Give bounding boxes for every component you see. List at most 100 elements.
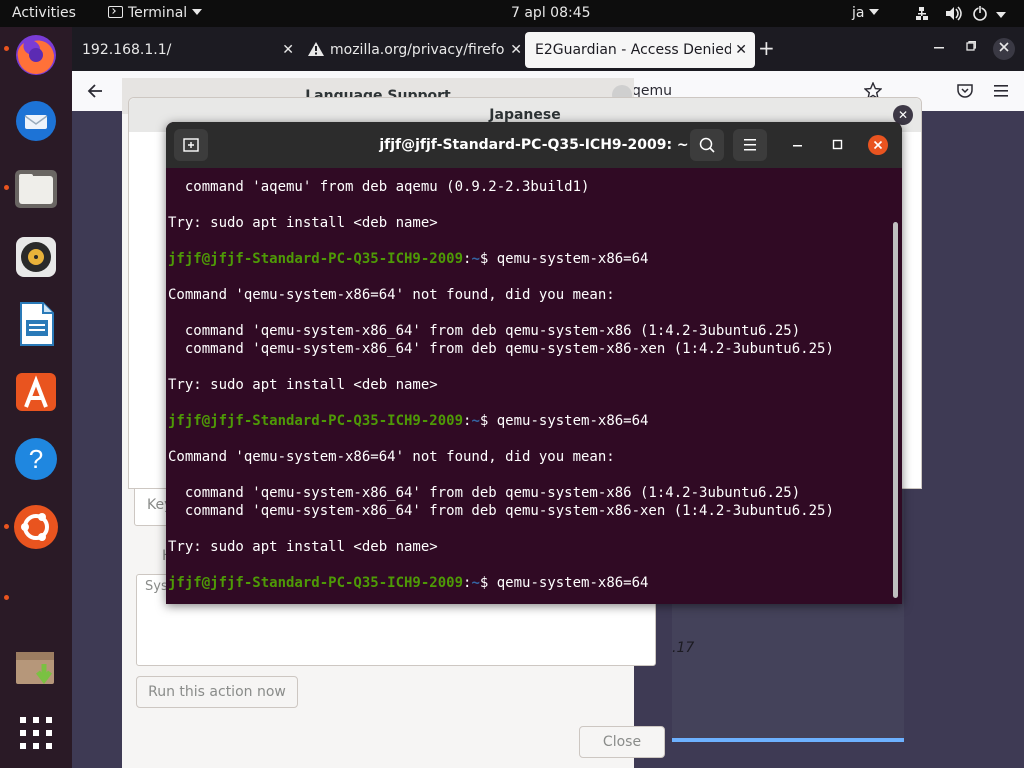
volume-icon: [946, 6, 962, 21]
close-window-button[interactable]: [993, 38, 1015, 60]
prompt-user: jfjf@jfjf-Standard-PC-Q35-ICH9-2009: [168, 251, 464, 267]
terminal-prompt-line: jfjf@jfjf-Standard-PC-Q35-ICH9-2009:~$ q…: [168, 250, 888, 268]
dock: ?: [0, 27, 72, 768]
maximize-button[interactable]: [966, 40, 976, 55]
tab-router[interactable]: 192.168.1.1/ ✕: [72, 32, 302, 68]
maximize-icon[interactable]: [832, 139, 844, 151]
running-indicator: [4, 595, 9, 600]
prompt-user: jfjf@jfjf-Standard-PC-Q35-ICH9-2009: [168, 575, 464, 591]
hamburger-menu-icon[interactable]: [992, 82, 1010, 100]
close-icon: [999, 42, 1009, 52]
prompt-path: ~: [471, 251, 480, 267]
minimize-icon: [934, 47, 944, 49]
firefox-icon[interactable]: [12, 31, 60, 79]
clock[interactable]: 7 apl 08:45: [511, 0, 591, 27]
new-tab-button[interactable]: +: [758, 36, 775, 60]
prompt-path: ~: [471, 413, 480, 429]
back-arrow-icon[interactable]: [86, 81, 106, 101]
tab-strip: 192.168.1.1/ ✕ mozilla.org/privacy/firef…: [72, 27, 1024, 71]
prompt-command: $ qemu-system-x86=64: [479, 575, 649, 591]
close-button[interactable]: Close: [579, 726, 665, 758]
terminal-headerbar: jfjf@jfjf-Standard-PC-Q35-ICH9-2009: ~: [166, 122, 902, 168]
tab-label: mozilla.org/privacy/firefox: [330, 42, 513, 58]
app-menu[interactable]: Terminal: [108, 0, 203, 27]
prompt-command: $ qemu-system-x86=64: [479, 413, 649, 429]
page-version-text: .17: [672, 640, 695, 656]
hamburger-menu-icon: [744, 139, 756, 151]
pocket-icon[interactable]: [956, 82, 974, 100]
restore-icon: [966, 41, 976, 51]
terminal-icon: [108, 6, 123, 18]
run-action-button[interactable]: Run this action now: [136, 676, 298, 708]
running-indicator: [4, 185, 9, 190]
terminal-line: Try: sudo apt install <deb name>: [168, 215, 438, 231]
terminal-line: Try: sudo apt install <deb name>: [168, 377, 438, 393]
terminal-prompt-line: jfjf@jfjf-Standard-PC-Q35-ICH9-2009:~$ q…: [168, 574, 888, 592]
terminal-line: command 'qemu-system-x86_64' from deb qe…: [168, 485, 801, 501]
installer-icon[interactable]: [12, 642, 60, 690]
tab-label: E2Guardian - Access Denied: [535, 42, 733, 58]
terminal-line: command 'aqemu' from deb aqemu (0.9.2-2.…: [168, 179, 590, 195]
input-source-menu[interactable]: ja: [852, 0, 880, 27]
close-icon[interactable]: ✕: [282, 32, 294, 68]
libreoffice-writer-icon[interactable]: [12, 300, 60, 348]
minimize-icon[interactable]: [792, 139, 804, 151]
network-icon: [916, 7, 928, 20]
terminal-line: command 'qemu-system-x86_64' from deb qe…: [168, 323, 801, 339]
activities-button[interactable]: Activities: [12, 0, 76, 27]
minimize-button[interactable]: [934, 40, 944, 55]
scrollbar[interactable]: [893, 222, 898, 598]
software-center-icon[interactable]: [12, 367, 60, 415]
terminal-prompt-line: jfjf@jfjf-Standard-PC-Q35-ICH9-2009:~$ q…: [168, 412, 888, 430]
chevron-down-icon: [869, 9, 880, 15]
chevron-down-icon: [996, 12, 1006, 18]
thunderbird-icon[interactable]: [12, 97, 60, 145]
svg-text:?: ?: [29, 444, 43, 474]
terminal-output[interactable]: command 'aqemu' from deb aqemu (0.9.2-2.…: [168, 178, 888, 604]
menu-button[interactable]: [733, 129, 767, 161]
running-indicator: [4, 524, 9, 529]
app-menu-label: Terminal: [128, 5, 188, 21]
system-menu[interactable]: [916, 0, 1016, 27]
close-icon[interactable]: [868, 135, 888, 155]
terminal-line: Command 'qemu-system-x86=64' not found, …: [168, 287, 615, 303]
terminal-line: command 'qemu-system-x86_64' from deb qe…: [168, 341, 834, 357]
terminal-line: command 'qemu-system-x86_64' from deb qe…: [168, 503, 834, 519]
prompt-command: $ qemu-system-x86=64: [479, 251, 649, 267]
tab-mozilla-privacy[interactable]: mozilla.org/privacy/firefox ✕: [298, 32, 530, 68]
terminal-line: Command 'qemu-system-x86=64' not found, …: [168, 449, 615, 465]
input-source-label: ja: [852, 5, 865, 21]
prompt-user: jfjf@jfjf-Standard-PC-Q35-ICH9-2009: [168, 413, 464, 429]
top-bar: Activities Terminal 7 apl 08:45 ja: [0, 0, 1024, 27]
rhythmbox-icon[interactable]: [12, 233, 60, 281]
tab-access-denied[interactable]: E2Guardian - Access Denied ✕: [525, 32, 755, 68]
terminal-line: Try: sudo apt install <deb name>: [168, 539, 438, 555]
ubuntu-icon[interactable]: [12, 503, 60, 551]
power-icon: [973, 5, 987, 21]
tab-label: 192.168.1.1/: [82, 42, 172, 58]
show-apps-icon[interactable]: [12, 709, 60, 757]
system-label: Sys: [145, 579, 168, 594]
close-icon[interactable]: ✕: [731, 32, 747, 68]
help-icon[interactable]: ?: [12, 435, 60, 483]
files-icon[interactable]: [12, 165, 60, 213]
terminal-window[interactable]: jfjf@jfjf-Standard-PC-Q35-ICH9-2009: ~ c…: [166, 122, 902, 604]
prompt-path: ~: [471, 575, 480, 591]
close-icon[interactable]: ✕: [504, 32, 522, 68]
chevron-down-icon: [192, 9, 203, 15]
search-button[interactable]: [690, 129, 724, 161]
running-indicator: [4, 46, 9, 51]
warning-icon: [308, 42, 324, 56]
system-status-icons: [916, 5, 1006, 21]
search-icon: [699, 137, 715, 153]
